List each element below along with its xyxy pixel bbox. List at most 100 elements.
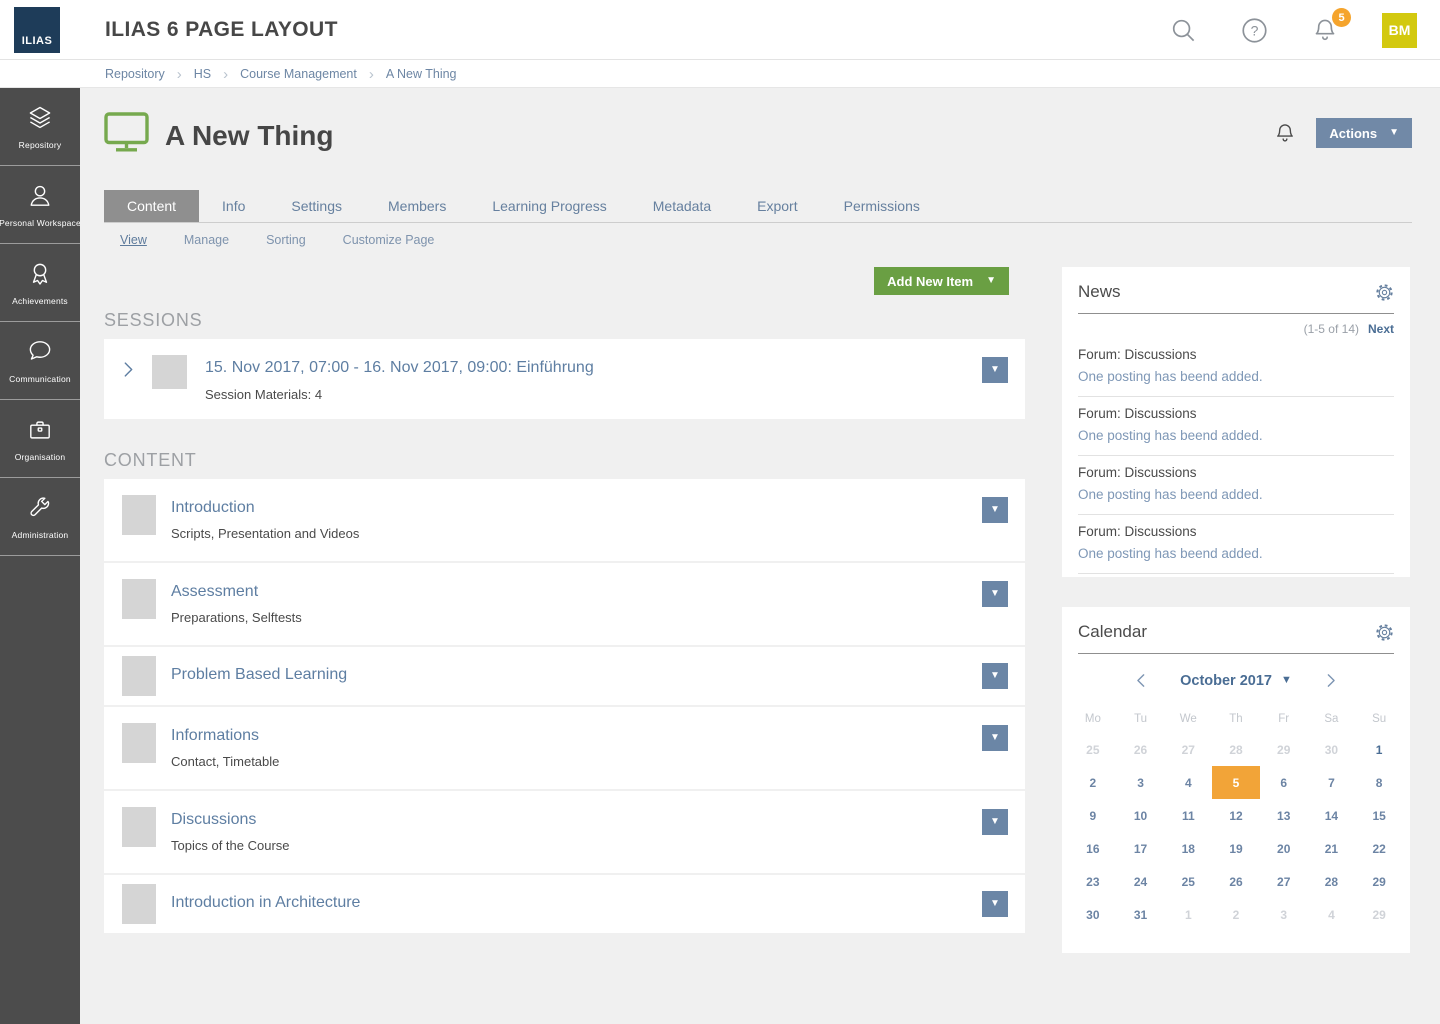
calendar-day[interactable]: 10 bbox=[1117, 799, 1165, 832]
tab-content[interactable]: Content bbox=[104, 190, 199, 222]
calendar-day[interactable]: 21 bbox=[1308, 832, 1356, 865]
tab-settings[interactable]: Settings bbox=[268, 190, 365, 222]
calendar-day[interactable]: 22 bbox=[1355, 832, 1403, 865]
calendar-day[interactable]: 26 bbox=[1212, 865, 1260, 898]
calendar-weekday-label: Tu bbox=[1117, 705, 1165, 733]
content-row-problem-based-learning: Problem Based Learning ▼ bbox=[104, 647, 1025, 705]
calendar-day[interactable]: 24 bbox=[1117, 865, 1165, 898]
calendar-day[interactable]: 18 bbox=[1164, 832, 1212, 865]
calendar-day[interactable]: 29 bbox=[1260, 733, 1308, 766]
actions-button[interactable]: Actions ▼ bbox=[1316, 118, 1412, 148]
subtab-view[interactable]: View bbox=[120, 233, 147, 247]
calendar-day[interactable]: 6 bbox=[1260, 766, 1308, 799]
calendar-day[interactable]: 25 bbox=[1069, 733, 1117, 766]
calendar-day[interactable]: 29 bbox=[1355, 865, 1403, 898]
item-dropdown-button[interactable]: ▼ bbox=[982, 663, 1008, 689]
award-icon bbox=[26, 260, 54, 288]
sidebar-item-repository[interactable]: Repository bbox=[0, 88, 80, 166]
calendar-day[interactable]: 9 bbox=[1069, 799, 1117, 832]
breadcrumb-item-hs[interactable]: HS bbox=[194, 67, 211, 81]
sidebar-item-administration[interactable]: Administration bbox=[0, 478, 80, 556]
calendar-day[interactable]: 15 bbox=[1355, 799, 1403, 832]
item-dropdown-button[interactable]: ▼ bbox=[982, 891, 1008, 917]
calendar-day[interactable]: 27 bbox=[1164, 733, 1212, 766]
expand-chevron-icon[interactable] bbox=[119, 360, 138, 379]
gear-icon[interactable] bbox=[1375, 283, 1394, 302]
tab-export[interactable]: Export bbox=[734, 190, 820, 222]
subtab-sorting[interactable]: Sorting bbox=[266, 233, 306, 247]
calendar-day[interactable]: 14 bbox=[1308, 799, 1356, 832]
calendar-day[interactable]: 16 bbox=[1069, 832, 1117, 865]
news-posting-link[interactable]: One posting has beend added. bbox=[1078, 546, 1394, 561]
item-title-link[interactable]: Informations bbox=[171, 727, 259, 745]
calendar-day[interactable]: 2 bbox=[1212, 898, 1260, 931]
calendar-day[interactable]: 20 bbox=[1260, 832, 1308, 865]
sidebar-item-communication[interactable]: Communication bbox=[0, 322, 80, 400]
search-icon[interactable] bbox=[1170, 17, 1197, 44]
calendar-day[interactable]: 17 bbox=[1117, 832, 1165, 865]
subtab-manage[interactable]: Manage bbox=[184, 233, 229, 247]
calendar-day[interactable]: 12 bbox=[1212, 799, 1260, 832]
help-icon[interactable]: ? bbox=[1241, 17, 1268, 44]
calendar-day[interactable]: 19 bbox=[1212, 832, 1260, 865]
item-dropdown-button[interactable]: ▼ bbox=[982, 581, 1008, 607]
calendar-day[interactable]: 4 bbox=[1308, 898, 1356, 931]
item-title-link[interactable]: Introduction bbox=[171, 499, 255, 517]
calendar-day[interactable]: 28 bbox=[1308, 865, 1356, 898]
tab-metadata[interactable]: Metadata bbox=[630, 190, 734, 222]
item-dropdown-button[interactable]: ▼ bbox=[982, 725, 1008, 751]
sidebar-item-achievements[interactable]: Achievements bbox=[0, 244, 80, 322]
avatar[interactable]: BM bbox=[1382, 13, 1417, 48]
notifications-bell-icon[interactable]: 5 bbox=[1312, 17, 1338, 43]
calendar-day[interactable]: 1 bbox=[1355, 733, 1403, 766]
calendar-day[interactable]: 1 bbox=[1164, 898, 1212, 931]
calendar-day[interactable]: 27 bbox=[1260, 865, 1308, 898]
ilias-logo[interactable]: ILIAS bbox=[14, 7, 60, 53]
item-title-link[interactable]: Problem Based Learning bbox=[171, 666, 347, 684]
add-new-item-button[interactable]: Add New Item ▼ bbox=[874, 267, 1009, 295]
sidebar-item-organisation[interactable]: Organisation bbox=[0, 400, 80, 478]
item-title-link[interactable]: Introduction in Architecture bbox=[171, 894, 360, 912]
calendar-next-month-button[interactable] bbox=[1320, 670, 1341, 691]
item-dropdown-button[interactable]: ▼ bbox=[982, 497, 1008, 523]
calendar-day-selected[interactable]: 5 bbox=[1212, 766, 1260, 799]
breadcrumb-item-course-management[interactable]: Course Management bbox=[240, 67, 357, 81]
tab-learning-progress[interactable]: Learning Progress bbox=[469, 190, 629, 222]
calendar-day[interactable]: 8 bbox=[1355, 766, 1403, 799]
calendar-day[interactable]: 30 bbox=[1308, 733, 1356, 766]
calendar-day[interactable]: 25 bbox=[1164, 865, 1212, 898]
news-posting-link[interactable]: One posting has beend added. bbox=[1078, 487, 1394, 502]
calendar-day[interactable]: 28 bbox=[1212, 733, 1260, 766]
news-posting-link[interactable]: One posting has beend added. bbox=[1078, 369, 1394, 384]
sidebar-item-personal-workspace[interactable]: Personal Workspace bbox=[0, 166, 80, 244]
calendar-day[interactable]: 29 bbox=[1355, 898, 1403, 931]
calendar-day[interactable]: 2 bbox=[1069, 766, 1117, 799]
tab-permissions[interactable]: Permissions bbox=[821, 190, 943, 222]
page-bell-icon[interactable] bbox=[1274, 122, 1296, 144]
calendar-day[interactable]: 3 bbox=[1260, 898, 1308, 931]
session-title-link[interactable]: 15. Nov 2017, 07:00 - 16. Nov 2017, 09:0… bbox=[205, 359, 594, 377]
gear-icon[interactable] bbox=[1375, 623, 1394, 642]
news-next-link[interactable]: Next bbox=[1368, 322, 1394, 336]
calendar-day[interactable]: 11 bbox=[1164, 799, 1212, 832]
calendar-day[interactable]: 4 bbox=[1164, 766, 1212, 799]
session-dropdown-button[interactable]: ▼ bbox=[982, 357, 1008, 383]
tab-members[interactable]: Members bbox=[365, 190, 469, 222]
calendar-day[interactable]: 26 bbox=[1117, 733, 1165, 766]
item-title-link[interactable]: Assessment bbox=[171, 583, 258, 601]
breadcrumb-item-current[interactable]: A New Thing bbox=[386, 67, 457, 81]
breadcrumb-item-repository[interactable]: Repository bbox=[105, 67, 165, 81]
calendar-day[interactable]: 13 bbox=[1260, 799, 1308, 832]
calendar-day[interactable]: 23 bbox=[1069, 865, 1117, 898]
calendar-day[interactable]: 3 bbox=[1117, 766, 1165, 799]
item-title-link[interactable]: Discussions bbox=[171, 811, 256, 829]
calendar-month-selector[interactable]: October 2017 ▼ bbox=[1180, 673, 1292, 689]
item-dropdown-button[interactable]: ▼ bbox=[982, 809, 1008, 835]
calendar-day[interactable]: 7 bbox=[1308, 766, 1356, 799]
calendar-day[interactable]: 30 bbox=[1069, 898, 1117, 931]
calendar-prev-month-button[interactable] bbox=[1131, 670, 1152, 691]
calendar-day[interactable]: 31 bbox=[1117, 898, 1165, 931]
tab-info[interactable]: Info bbox=[199, 190, 268, 222]
news-posting-link[interactable]: One posting has beend added. bbox=[1078, 428, 1394, 443]
subtab-customize-page[interactable]: Customize Page bbox=[343, 233, 435, 247]
